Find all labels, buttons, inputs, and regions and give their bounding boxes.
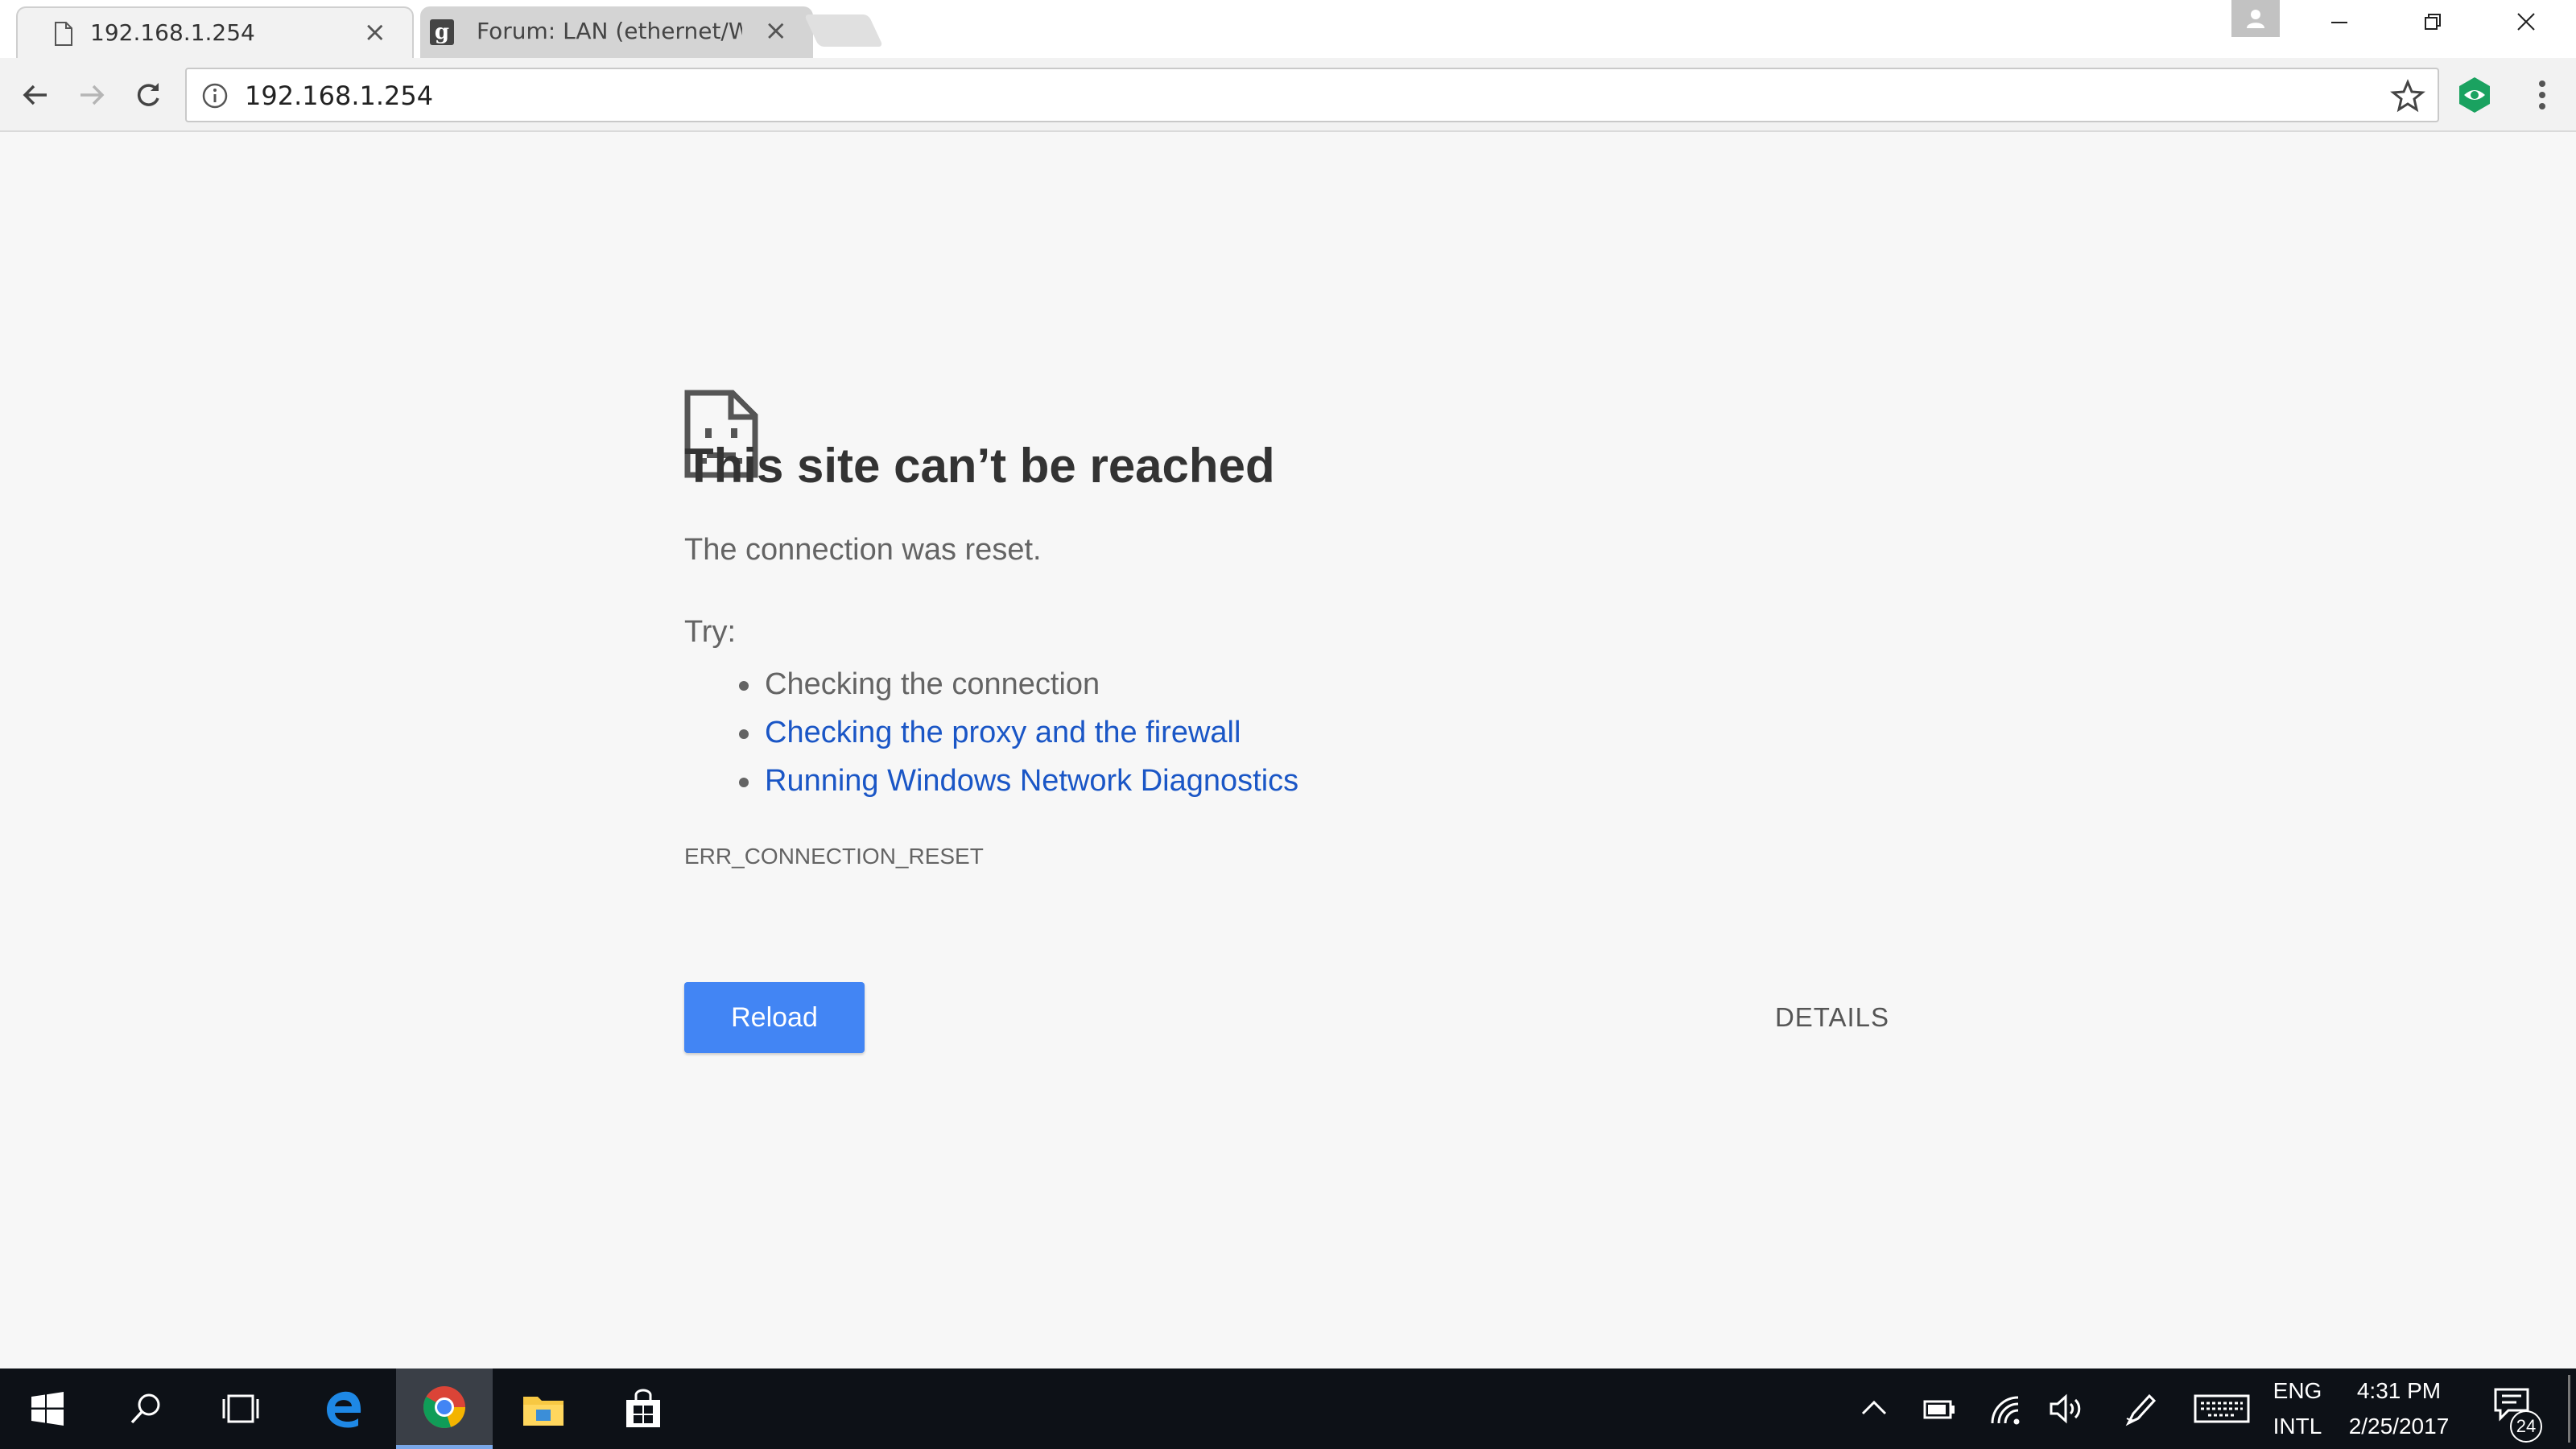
search-icon[interactable]	[109, 1368, 182, 1449]
error-code: ERR_CONNECTION_RESET	[684, 844, 984, 869]
new-tab-button[interactable]	[803, 14, 884, 47]
suggestion-check-connection: Checking the connection	[734, 660, 1298, 708]
action-center-icon[interactable]: 24	[2486, 1368, 2547, 1449]
tab-strip: 192.168.1.254 × g Forum: LAN (ethernet/W…	[0, 0, 2576, 58]
tab-forum[interactable]: g Forum: LAN (ethernet/W ×	[420, 6, 813, 58]
close-window-icon[interactable]	[2502, 8, 2550, 39]
address-bar-url[interactable]: 192.168.1.254	[245, 80, 433, 111]
volume-icon[interactable]	[2046, 1368, 2087, 1449]
file-explorer-icon[interactable]	[507, 1368, 580, 1449]
browser-toolbar: 192.168.1.254	[0, 58, 2576, 132]
edge-icon[interactable]	[308, 1368, 380, 1449]
address-bar[interactable]: 192.168.1.254	[185, 68, 2439, 122]
clock-date: 2/25/2017	[2348, 1414, 2450, 1439]
suggestion-proxy-firewall-link[interactable]: Checking the proxy and the firewall	[734, 708, 1298, 757]
pen-ink-icon[interactable]	[2119, 1368, 2164, 1449]
more-menu-icon[interactable]	[2523, 74, 2562, 116]
profile-avatar-icon[interactable]	[2231, 0, 2280, 37]
show-hidden-icons-chevron-icon[interactable]	[1856, 1368, 1892, 1449]
wifi-icon[interactable]	[1985, 1368, 2025, 1449]
tab-close-icon[interactable]: ×	[765, 14, 788, 47]
chrome-icon[interactable]	[396, 1368, 493, 1449]
tab-title: Forum: LAN (ethernet/W	[477, 18, 742, 44]
input-language-indicator[interactable]: ENG INTL	[2262, 1373, 2333, 1444]
error-headline: This site can’t be reached	[684, 439, 1275, 493]
suggestion-network-diagnostics-link[interactable]: Running Windows Network Diagnostics	[734, 757, 1298, 805]
error-message: The connection was reset.	[684, 533, 1042, 567]
info-icon[interactable]	[201, 82, 229, 109]
tab-title: 192.168.1.254	[90, 19, 255, 46]
reload-icon[interactable]	[126, 72, 171, 118]
windows-taskbar: ENG INTL 4:31 PM 2/25/2017 24	[0, 1368, 2576, 1449]
battery-icon[interactable]	[1919, 1368, 1959, 1449]
try-label: Try:	[684, 615, 737, 649]
bookmark-star-icon[interactable]	[2389, 77, 2426, 114]
forward-arrow-icon[interactable]	[69, 72, 114, 118]
notification-count-badge: 24	[2510, 1410, 2542, 1443]
extension-eye-icon[interactable]	[2454, 74, 2496, 116]
store-icon[interactable]	[607, 1368, 679, 1449]
language-line-1: ENG	[2273, 1378, 2322, 1403]
touch-keyboard-icon[interactable]	[2190, 1368, 2254, 1449]
language-line-2: INTL	[2273, 1414, 2322, 1439]
restore-icon[interactable]	[2409, 8, 2457, 39]
back-arrow-icon[interactable]	[13, 72, 58, 118]
tab-close-icon[interactable]: ×	[364, 16, 387, 48]
windows-start-icon[interactable]	[11, 1368, 84, 1449]
suggestion-list: Checking the connection Checking the pro…	[734, 660, 1298, 805]
clock[interactable]: 4:31 PM 2/25/2017	[2338, 1373, 2460, 1444]
minimize-icon[interactable]	[2315, 8, 2363, 39]
page-icon	[52, 21, 76, 47]
reload-button[interactable]: Reload	[684, 982, 865, 1053]
task-view-icon[interactable]	[204, 1368, 277, 1449]
show-desktop-button[interactable]	[2568, 1375, 2570, 1443]
tab-router[interactable]: 192.168.1.254 ×	[16, 6, 414, 58]
clock-time: 4:31 PM	[2356, 1378, 2442, 1403]
g-letter-icon: g	[430, 19, 454, 45]
details-button[interactable]: DETAILS	[1760, 982, 1905, 1053]
